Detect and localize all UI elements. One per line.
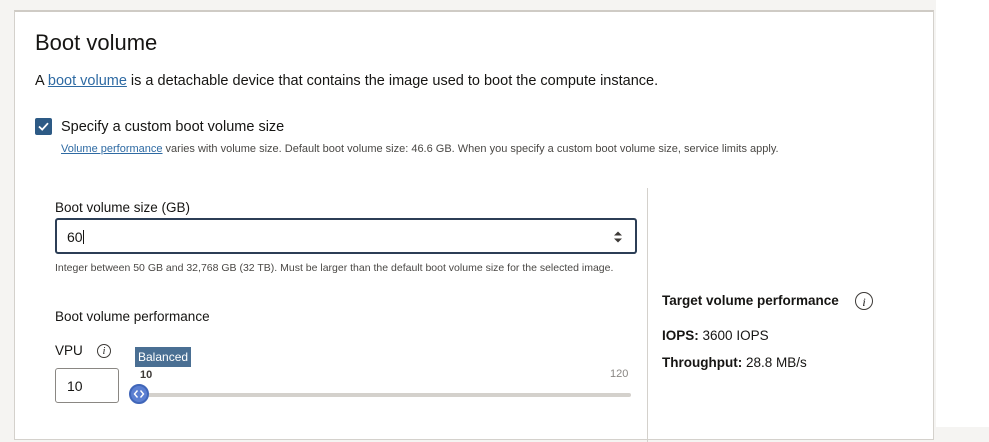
boot-volume-link[interactable]: boot volume bbox=[48, 73, 127, 89]
checkmark-icon bbox=[38, 122, 49, 131]
custom-size-help: Volume performance varies with volume si… bbox=[61, 143, 779, 155]
boot-volume-size-input[interactable]: 60 bbox=[55, 218, 637, 254]
slider-handle-icon bbox=[133, 390, 145, 398]
info-icon[interactable]: i bbox=[97, 344, 111, 358]
volume-performance-link[interactable]: Volume performance bbox=[61, 143, 163, 155]
slider-min-label: 10 bbox=[140, 369, 153, 381]
text-caret bbox=[82, 230, 84, 244]
vpu-slider-track[interactable] bbox=[140, 393, 631, 397]
vpu-slider-handle[interactable] bbox=[129, 384, 149, 404]
page-gutter bbox=[936, 0, 989, 427]
info-icon[interactable]: i bbox=[855, 292, 873, 310]
vpu-label: VPU bbox=[55, 343, 83, 358]
target-performance-title: Target volume performance bbox=[662, 293, 839, 308]
column-divider bbox=[647, 188, 648, 442]
size-field-help: Integer between 50 GB and 32,768 GB (32 … bbox=[55, 262, 614, 274]
boot-volume-panel: Boot volume A boot volume is a detachabl… bbox=[14, 10, 934, 442]
spinner-arrows-icon[interactable] bbox=[613, 230, 623, 244]
performance-level-badge: Balanced bbox=[135, 347, 192, 367]
size-field-label: Boot volume size (GB) bbox=[55, 200, 191, 215]
slider-max-label: 120 bbox=[610, 368, 629, 380]
throughput-stat: Throughput: 28.8 MB/s bbox=[662, 355, 807, 370]
section-description: A boot volume is a detachable device tha… bbox=[35, 73, 659, 89]
performance-label: Boot volume performance bbox=[55, 309, 210, 324]
section-title: Boot volume bbox=[35, 30, 158, 55]
vpu-input[interactable]: 10 bbox=[55, 368, 119, 403]
custom-size-label[interactable]: Specify a custom boot volume size bbox=[61, 119, 284, 135]
custom-size-checkbox[interactable] bbox=[35, 118, 52, 135]
iops-stat: IOPS: 3600 IOPS bbox=[662, 328, 769, 343]
